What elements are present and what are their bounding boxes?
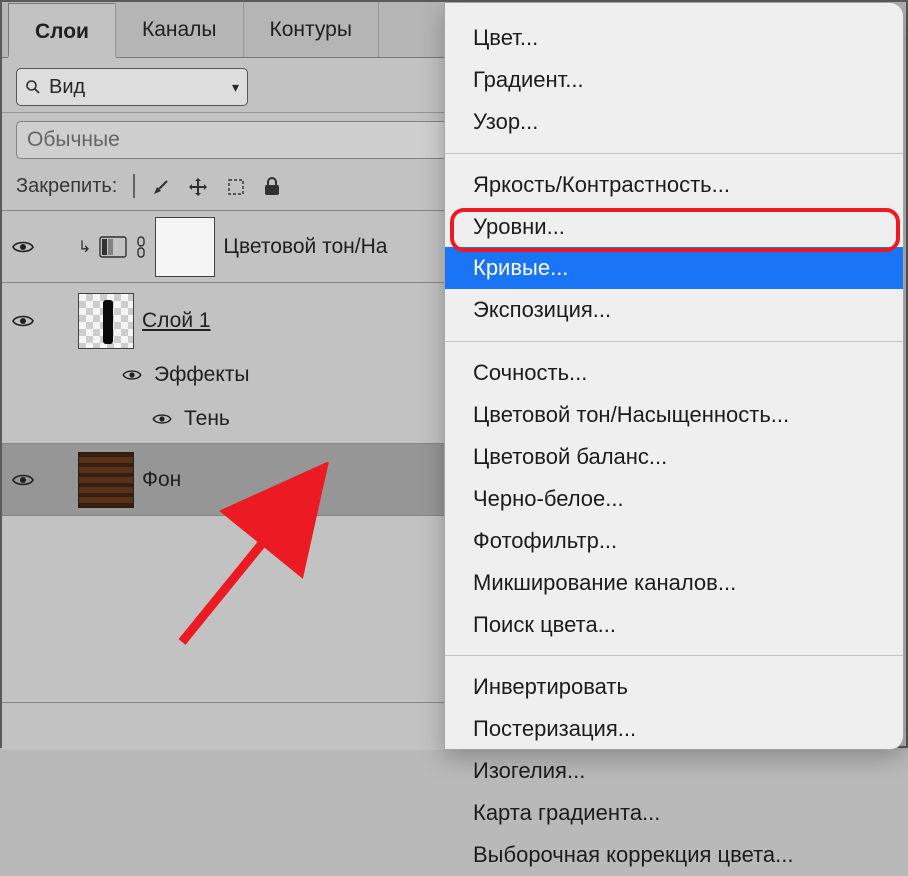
- link-mask-icon[interactable]: [135, 235, 147, 259]
- visibility-toggle[interactable]: [12, 313, 42, 329]
- adjustment-icon: [99, 236, 127, 258]
- menu-item-color[interactable]: Цвет...: [445, 17, 903, 59]
- layer-mask-thumb[interactable]: [155, 217, 215, 277]
- menu-item-threshold[interactable]: Изогелия...: [445, 750, 903, 792]
- lock-transparency-icon[interactable]: [133, 175, 135, 198]
- lock-all-icon[interactable]: [263, 177, 281, 197]
- visibility-toggle[interactable]: [122, 368, 146, 382]
- visibility-toggle[interactable]: [12, 472, 42, 488]
- effects-label: Эффекты: [154, 363, 249, 387]
- menu-item-colorlookup[interactable]: Поиск цвета...: [445, 604, 903, 646]
- layer-thumb[interactable]: [78, 452, 134, 508]
- menu-item-brightness[interactable]: Яркость/Контрастность...: [445, 164, 903, 206]
- visibility-toggle[interactable]: [12, 239, 42, 255]
- menu-item-bw[interactable]: Черно-белое...: [445, 478, 903, 520]
- menu-item-photofilter[interactable]: Фотофильтр...: [445, 520, 903, 562]
- menu-item-invert[interactable]: Инвертировать: [445, 666, 903, 708]
- clip-indicator-icon: ↳: [78, 237, 91, 257]
- lock-move-icon[interactable]: [187, 176, 209, 198]
- adjustment-menu: Цвет... Градиент... Узор... Яркость/Конт…: [444, 2, 904, 750]
- menu-item-exposure[interactable]: Экспозиция...: [445, 289, 903, 331]
- menu-separator: [445, 153, 903, 154]
- lock-brush-icon[interactable]: [151, 177, 171, 197]
- menu-item-selective[interactable]: Выборочная коррекция цвета...: [445, 834, 903, 876]
- tab-channels[interactable]: Каналы: [116, 2, 244, 57]
- tab-layers[interactable]: Слои: [8, 3, 116, 58]
- layer-name[interactable]: Фон: [142, 468, 181, 492]
- tab-paths[interactable]: Контуры: [244, 2, 379, 57]
- menu-item-channelmixer[interactable]: Микширование каналов...: [445, 562, 903, 604]
- menu-item-colorbalance[interactable]: Цветовой баланс...: [445, 436, 903, 478]
- effect-shadow-label: Тень: [184, 407, 230, 431]
- layer-name[interactable]: Слой 1: [142, 309, 211, 333]
- filter-type-label: Вид: [49, 76, 85, 99]
- menu-item-gradientmap[interactable]: Карта градиента...: [445, 792, 903, 834]
- search-icon: [25, 79, 41, 95]
- chevron-down-icon: ▾: [232, 79, 239, 96]
- lock-artboard-icon[interactable]: [225, 176, 247, 198]
- menu-separator: [445, 341, 903, 342]
- menu-item-pattern[interactable]: Узор...: [445, 101, 903, 143]
- lock-label: Закрепить:: [16, 175, 117, 198]
- layer-thumb[interactable]: [78, 293, 134, 349]
- layer-name[interactable]: Цветовой тон/На: [223, 235, 387, 259]
- menu-item-posterize[interactable]: Постеризация...: [445, 708, 903, 750]
- menu-item-gradient[interactable]: Градиент...: [445, 59, 903, 101]
- menu-item-vibrance[interactable]: Сочность...: [445, 352, 903, 394]
- menu-item-curves[interactable]: Кривые...: [445, 247, 903, 289]
- filter-type-select[interactable]: Вид ▾: [16, 68, 248, 106]
- visibility-toggle[interactable]: [152, 412, 176, 426]
- menu-item-hue[interactable]: Цветовой тон/Насыщенность...: [445, 394, 903, 436]
- menu-item-levels[interactable]: Уровни...: [445, 206, 903, 248]
- blend-mode-label: Обычные: [27, 128, 120, 152]
- menu-separator: [445, 655, 903, 656]
